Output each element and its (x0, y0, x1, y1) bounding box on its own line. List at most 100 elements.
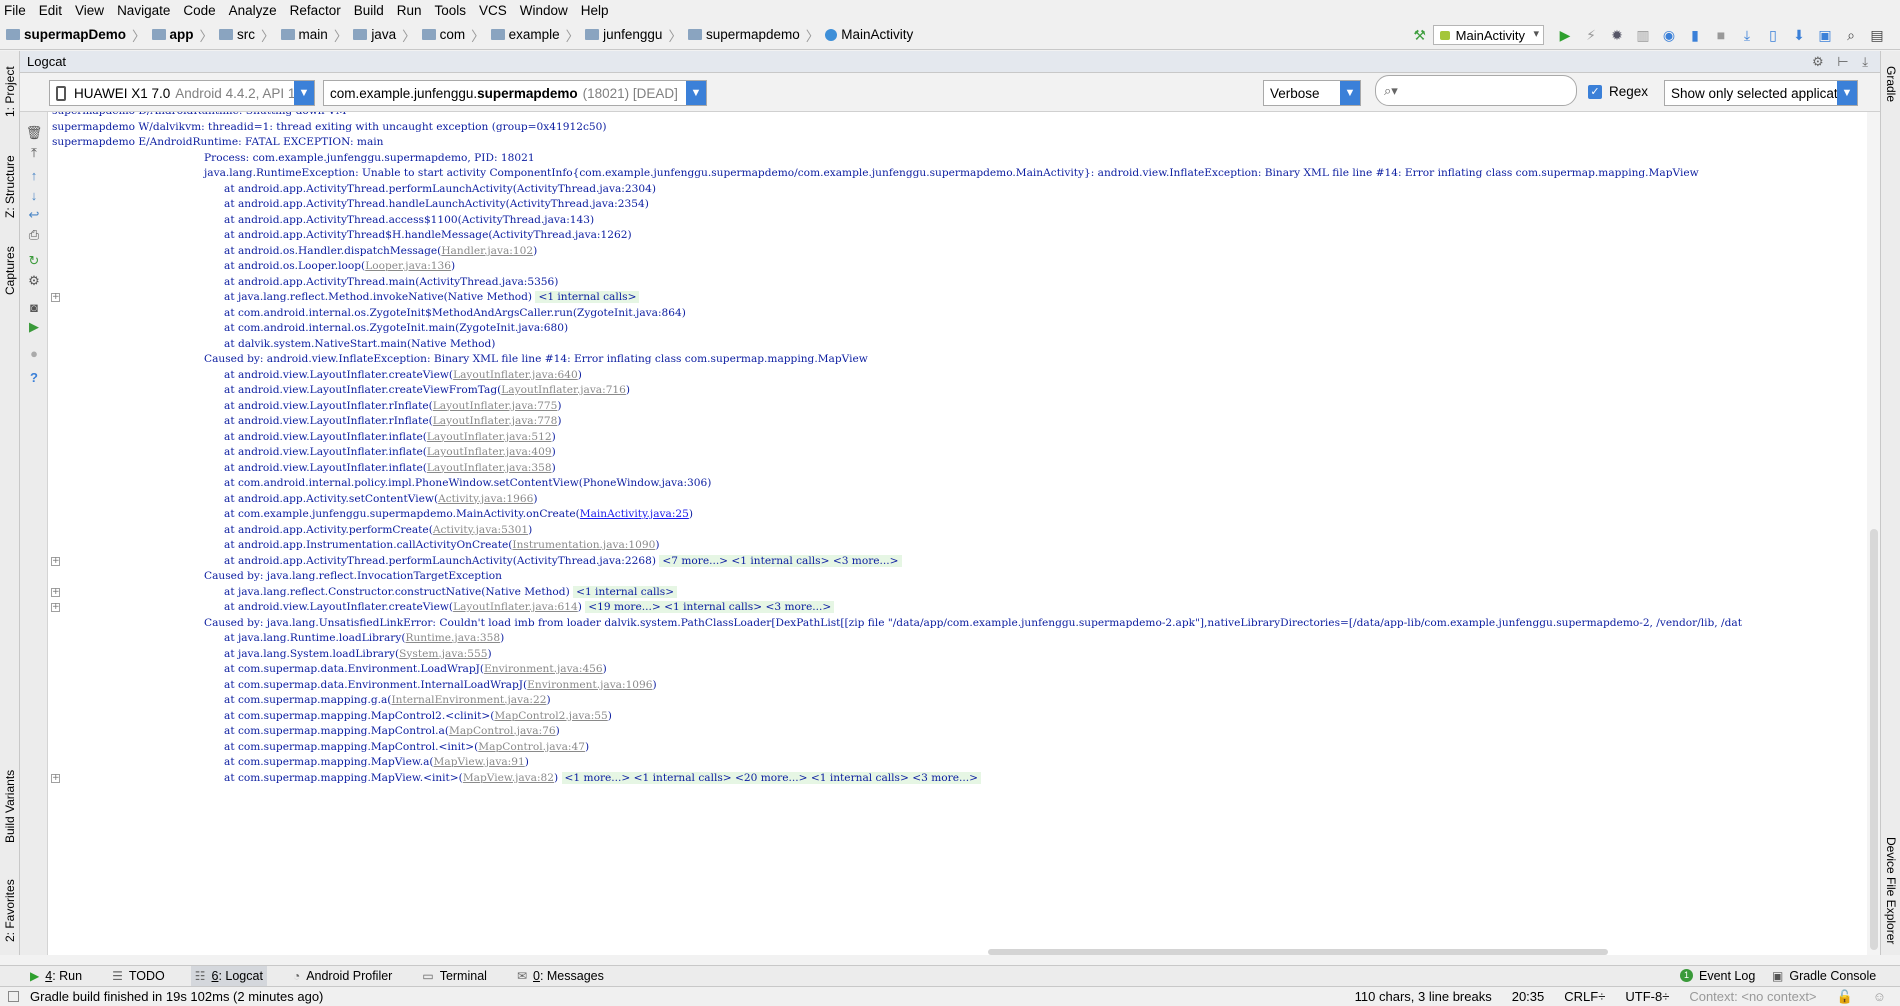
source-link[interactable]: Handler.java:102 (441, 245, 533, 257)
help-icon[interactable]: ? (27, 370, 41, 385)
breadcrumb-item[interactable]: src 〉 (219, 25, 277, 45)
menu-item-analyze[interactable]: Analyze (229, 3, 277, 18)
device-manager-icon[interactable]: ▣ (1817, 27, 1833, 43)
run-icon[interactable]: ▶ (1557, 27, 1573, 43)
tab-favorites[interactable]: 2: Favorites (1, 873, 19, 949)
menu-item-tools[interactable]: Tools (435, 3, 467, 18)
source-link[interactable]: Runtime.java:358 (405, 632, 500, 644)
source-link[interactable]: InternalEnvironment.java:22 (391, 694, 546, 706)
hide-panel-icon[interactable]: ⤓ (1862, 54, 1868, 69)
source-link[interactable]: LayoutInflater.java:358 (427, 462, 552, 474)
make-project-icon[interactable]: ⚒ (1412, 27, 1428, 43)
soft-wrap-icon[interactable]: ↩ (27, 207, 41, 222)
menu-item-file[interactable]: File (4, 3, 26, 18)
folded-frames[interactable]: <7 more...> <1 internal calls> <3 more..… (659, 554, 902, 567)
source-link[interactable]: LayoutInflater.java:512 (427, 431, 552, 443)
lock-icon[interactable]: 🔓 (1837, 989, 1853, 1005)
breadcrumb-item[interactable]: java 〉 (353, 25, 417, 45)
tab-gradle[interactable]: Gradle (1882, 59, 1900, 109)
debug-icon[interactable]: ✹ (1609, 27, 1625, 43)
expand-fold-icon[interactable]: + (51, 556, 60, 566)
source-link[interactable]: MapControl2.java:55 (494, 710, 607, 722)
up-arrow-icon[interactable]: ↑ (27, 168, 41, 183)
expand-fold-icon[interactable]: + (51, 773, 60, 783)
event-log-button[interactable]: 1 Event Log (1680, 965, 1755, 986)
menu-item-view[interactable]: View (75, 3, 104, 18)
tab-project[interactable]: 1: Project (1, 57, 19, 127)
tab-device-file-explorer[interactable]: Device File Explorer (1882, 831, 1900, 951)
tool-window-run[interactable]: ▶ 4: Run (26, 966, 86, 987)
apply-changes-icon[interactable]: ⚡ (1583, 27, 1599, 43)
breadcrumb-item[interactable]: example 〉 (490, 25, 582, 45)
terminate-icon[interactable]: ● (27, 346, 41, 361)
source-link[interactable]: Activity.java:5301 (433, 524, 528, 536)
log-level-select[interactable]: Verbose ▼ (1263, 80, 1361, 106)
source-link[interactable]: LayoutInflater.java:640 (453, 369, 578, 381)
expand-fold-icon[interactable]: + (51, 293, 60, 302)
expand-fold-icon[interactable]: + (51, 587, 60, 597)
source-link[interactable]: Instrumentation.java:1090 (512, 539, 655, 551)
folded-frames[interactable]: <1 internal calls> (535, 291, 640, 303)
source-link[interactable]: Environment.java:1096 (527, 679, 652, 691)
logcat-output[interactable]: supermapdemo D/AndroidRuntime: Shutting … (48, 112, 1867, 955)
profile-icon[interactable]: ▥ (1635, 27, 1651, 43)
source-link[interactable]: Environment.java:456 (484, 663, 603, 675)
search-everywhere-icon[interactable]: ⌕ (1843, 27, 1859, 43)
folded-frames[interactable]: <19 more...> <1 internal calls> <3 more.… (585, 601, 835, 613)
process-select[interactable]: com.example.junfenggu. supermapdemo (1802… (323, 80, 707, 106)
breadcrumb-item[interactable]: app 〉 (151, 25, 216, 45)
breadcrumb-item[interactable]: MainActivity (825, 27, 913, 42)
source-link[interactable]: MapControl.java:76 (449, 725, 556, 737)
stop-icon[interactable]: ■ (1713, 27, 1729, 43)
breadcrumb-item[interactable]: main 〉 (280, 25, 350, 45)
run-coverage-icon[interactable]: ▮ (1687, 27, 1703, 43)
source-link[interactable]: LayoutInflater.java:614 (453, 601, 578, 613)
source-link[interactable]: MainActivity.java:25 (580, 508, 689, 520)
menu-item-vcs[interactable]: VCS (479, 3, 507, 18)
vertical-scrollbar[interactable] (1867, 112, 1880, 955)
tool-window-terminal[interactable]: ▭ Terminal (418, 966, 491, 987)
expand-fold-icon[interactable]: + (51, 603, 60, 612)
sdk-manager-icon[interactable]: ⬇ (1791, 27, 1807, 43)
tool-window-messages[interactable]: ✉ 0: Messages (513, 966, 608, 987)
pin-icon[interactable]: ⊢ (1837, 54, 1848, 69)
regex-checkbox[interactable]: ✓ Regex (1588, 84, 1648, 99)
tab-build-variants[interactable]: Build Variants (1, 751, 19, 861)
clear-logcat-icon[interactable]: 🗑 (26, 125, 43, 140)
source-link[interactable]: MapView.java:91 (434, 756, 525, 768)
logcat-search[interactable]: ⌕▾ (1375, 75, 1577, 106)
source-link[interactable]: Looper.java:136 (365, 260, 451, 272)
tab-captures[interactable]: Captures (1, 241, 19, 301)
run-configuration-select[interactable]: MainActivity (1432, 25, 1544, 45)
horizontal-scrollbar[interactable] (48, 949, 1867, 955)
menu-item-code[interactable]: Code (183, 3, 215, 18)
menu-item-navigate[interactable]: Navigate (117, 3, 170, 18)
source-link[interactable]: LayoutInflater.java:716 (501, 384, 626, 396)
source-link[interactable]: System.java:555 (399, 648, 487, 660)
settings-icon[interactable]: ⚙ (27, 273, 41, 288)
attach-debugger-icon[interactable]: ◉ (1661, 27, 1677, 43)
tool-window-androidprofiler[interactable]: ◔ Android Profiler (289, 966, 396, 987)
breadcrumb-item[interactable]: com 〉 (421, 25, 487, 45)
breadcrumb-item[interactable]: supermapDemo 〉 (6, 25, 148, 45)
screen-record-icon[interactable]: ▶ (27, 319, 41, 334)
search-input[interactable] (1403, 83, 1554, 98)
hector-icon[interactable]: ☺ (1873, 989, 1886, 1005)
project-structure-icon[interactable]: ▤ (1869, 27, 1885, 43)
menu-item-run[interactable]: Run (397, 3, 422, 18)
source-link[interactable]: MapControl.java:47 (478, 741, 585, 753)
scroll-to-end-icon[interactable]: ⤒ (27, 145, 41, 160)
tool-window-logcat[interactable]: ☷ 6: Logcat (190, 965, 267, 987)
restart-icon[interactable]: ↻ (27, 253, 41, 268)
breadcrumb-item[interactable]: supermapdemo 〉 (687, 25, 821, 45)
tab-structure[interactable]: Z: Structure (1, 143, 19, 231)
folded-frames[interactable]: <1 more...> <1 internal calls> <20 more.… (561, 771, 981, 784)
gradle-console-button[interactable]: ▣ Gradle Console (1772, 965, 1876, 986)
menu-item-window[interactable]: Window (520, 3, 568, 18)
tool-window-todo[interactable]: ☰ TODO (108, 966, 169, 987)
source-link[interactable]: LayoutInflater.java:409 (427, 446, 552, 458)
source-link[interactable]: MapView.java:82 (463, 772, 554, 784)
sync-gradle-icon[interactable]: ⤓ (1739, 27, 1755, 43)
screenshot-icon[interactable]: ◙ (27, 300, 41, 315)
source-link[interactable]: LayoutInflater.java:778 (433, 415, 558, 427)
